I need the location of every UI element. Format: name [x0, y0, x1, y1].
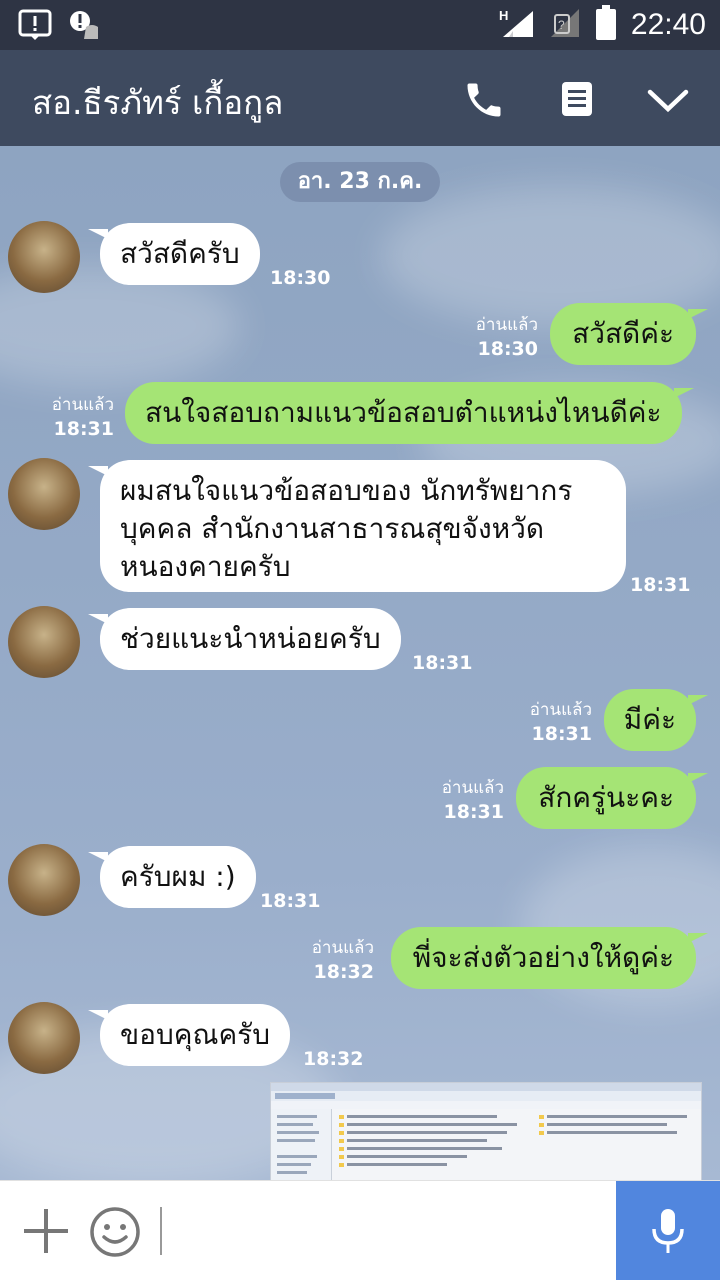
microphone-button[interactable]	[616, 1181, 720, 1280]
microphone-icon	[648, 1207, 688, 1259]
clock: 22:40	[630, 8, 706, 41]
signal-icon: H	[499, 7, 535, 43]
message-text: สักครู่นะคะ	[538, 781, 674, 814]
read-receipt: อ่านแล้ว	[475, 315, 538, 335]
read-receipt: อ่านแล้ว	[529, 700, 592, 720]
message-time: 18:32	[303, 1048, 364, 1070]
message-meta: อ่านแล้ว 18:31	[442, 776, 504, 824]
message-text-line: บุคคล สำนักงานสาธารณสุขจังหวัด	[120, 512, 545, 545]
outgoing-message[interactable]: สวัสดีค่ะ	[550, 303, 708, 365]
message-text: พี่จะส่งตัวอย่างให้ดูค่ะ	[412, 941, 674, 974]
incoming-message[interactable]: สวัสดีครับ	[88, 223, 260, 285]
no-sim-icon: ?	[549, 7, 581, 43]
avatar[interactable]	[8, 844, 80, 916]
android-alert-icon	[68, 9, 102, 45]
message-meta: อ่านแล้ว 18:31	[530, 698, 592, 746]
phone-icon[interactable]	[462, 78, 506, 122]
message-time: 18:31	[260, 890, 321, 912]
message-text: ช่วยแนะนำหน่อยครับ	[120, 622, 381, 655]
message-text: สวัสดีค่ะ	[572, 317, 674, 350]
chevron-down-icon[interactable]	[646, 78, 690, 122]
message-time: 18:31	[531, 723, 592, 745]
notification-icon	[18, 9, 52, 45]
outgoing-message[interactable]: พี่จะส่งตัวอย่างให้ดูค่ะ	[390, 927, 709, 989]
read-receipt: อ่านแล้ว	[51, 395, 114, 415]
outgoing-message[interactable]: สักครู่นะคะ	[516, 767, 708, 829]
message-time: 18:31	[412, 652, 473, 674]
network-type-label: H	[499, 8, 508, 23]
message-time: 18:30	[270, 267, 331, 289]
message-meta: อ่านแล้ว 18:31	[44, 393, 114, 441]
read-receipt: อ่านแล้ว	[441, 778, 504, 798]
message-text: สวัสดีครับ	[120, 237, 240, 270]
outgoing-message[interactable]: สนใจสอบถามแนวข้อสอบตำแหน่งไหนดีค่ะ	[125, 382, 694, 444]
notes-icon[interactable]	[556, 78, 600, 122]
incoming-message[interactable]: ผมสนใจแนวข้อสอบของ นักทรัพยากร บุคคล สำน…	[88, 460, 626, 592]
message-input-bar	[0, 1180, 720, 1280]
message-meta: อ่านแล้ว 18:32	[312, 936, 374, 984]
message-text: มีค่ะ	[623, 703, 676, 736]
incoming-message[interactable]: ช่วยแนะนำหน่อยครับ	[88, 608, 401, 670]
message-time: 18:32	[313, 961, 374, 983]
incoming-message[interactable]: ครับผม :)	[88, 846, 256, 908]
status-bar: H ? 22:40	[0, 0, 720, 50]
contact-name[interactable]: สอ.ธีรภัทร์ เกื้อกูล	[32, 76, 283, 129]
message-text: ขอบคุณครับ	[120, 1018, 270, 1051]
plus-icon[interactable]	[22, 1207, 70, 1259]
message-text: สนใจสอบถามแนวข้อสอบตำแหน่งไหนดีค่ะ	[145, 396, 662, 429]
avatar[interactable]	[8, 221, 80, 293]
message-text: ครับผม :)	[120, 860, 236, 893]
avatar[interactable]	[8, 458, 80, 530]
message-meta: อ่านแล้ว 18:30	[476, 313, 538, 361]
svg-text:?: ?	[558, 18, 565, 32]
text-input[interactable]	[160, 1207, 162, 1255]
avatar[interactable]	[8, 1002, 80, 1074]
message-time: 18:31	[443, 801, 504, 823]
message-time: 18:31	[630, 574, 691, 596]
message-text-line: ผมสนใจแนวข้อสอบของ นักทรัพยากร	[120, 474, 573, 507]
avatar[interactable]	[8, 606, 80, 678]
chat-header: สอ.ธีรภัทร์ เกื้อกูล	[0, 50, 720, 146]
message-time: 18:30	[477, 338, 538, 360]
image-message-thumbnail[interactable]	[270, 1082, 702, 1180]
read-receipt: อ่านแล้ว	[311, 938, 374, 958]
date-separator: อา. 23 ก.ค.	[280, 162, 440, 202]
emoji-icon[interactable]	[88, 1205, 142, 1263]
incoming-message[interactable]: ขอบคุณครับ	[88, 1004, 290, 1066]
outgoing-message[interactable]: มีค่ะ	[603, 689, 709, 751]
message-text-line: หนองคายครับ	[120, 550, 291, 583]
battery-icon	[595, 5, 617, 45]
message-time: 18:31	[53, 418, 114, 440]
message-list[interactable]: อา. 23 ก.ค. สวัสดีครับ 18:30 อ่านแล้ว 18…	[0, 146, 720, 1180]
